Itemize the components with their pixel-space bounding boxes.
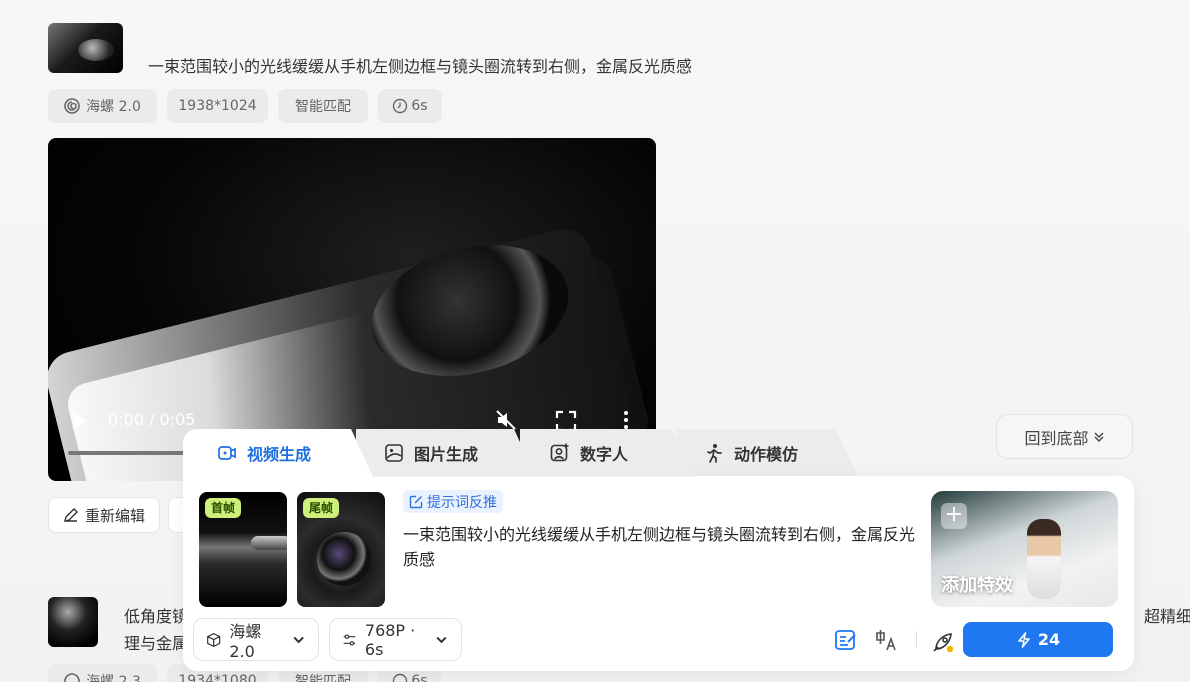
model-tag-label: 海螺 2.0 [86, 99, 141, 115]
toolbar-divider [916, 631, 917, 647]
chevron-down-icon [293, 636, 304, 643]
hailuo-logo-icon [64, 673, 80, 682]
edit-square-icon [409, 495, 423, 508]
tab-label: 视频生成 [247, 445, 312, 464]
first-frame-label: 首帧 [205, 498, 242, 518]
ratio-tag-label: 智能匹配 [295, 99, 351, 115]
plus-icon: + [941, 503, 967, 529]
image-icon [384, 443, 404, 463]
more-options-icon[interactable] [615, 409, 637, 431]
model-tag: 海螺 2.0 [48, 89, 157, 123]
tab-motion-mimic[interactable]: 动作模仿 [676, 429, 858, 477]
generate-cost: 24 [1037, 630, 1061, 649]
running-person-icon [704, 443, 724, 463]
video-camera-icon [217, 443, 237, 463]
generation-thumbnail[interactable] [48, 597, 98, 647]
generation-prompt-line2: 理与金属 [124, 634, 189, 653]
clock-icon [393, 673, 408, 682]
last-frame-label: 尾帧 [303, 498, 340, 518]
rocket-icon[interactable] [931, 630, 955, 654]
back-to-bottom-button[interactable]: 回到底部 [996, 414, 1133, 459]
pencil-icon [64, 508, 78, 522]
re-edit-button[interactable]: 重新编辑 [48, 497, 161, 533]
tab-image-generation[interactable]: 图片生成 [356, 429, 536, 477]
model-select-value: 海螺 2.0 [229, 622, 262, 661]
avatar-plus-icon [550, 443, 570, 463]
generation-prompt-tail: ，超精细 [1128, 607, 1190, 626]
generation-prompt: 一束范围较小的光线缓缓从手机左侧边框与镜头圈流转到右侧，金属反光质感 [148, 57, 693, 76]
effect-preview-figure [1027, 519, 1061, 599]
resolution-tag-label: 1934*1080 [178, 673, 257, 682]
duration-tag: 6s [378, 89, 442, 123]
ratio-tag-label: 智能匹配 [295, 674, 351, 682]
resolution-tag-label: 1938*1024 [178, 98, 257, 114]
first-frame-image[interactable]: 首帧 [199, 492, 287, 607]
video-time: 0:00 / 0:05 [108, 410, 196, 429]
mute-icon[interactable] [495, 409, 517, 431]
prompt-textarea[interactable]: 一束范围较小的光线缓缓从手机左侧边框与镜头圈流转到右侧，金属反光质感 [403, 522, 918, 572]
model-tag: 海螺 2.3 [48, 664, 157, 682]
generation-thumbnail[interactable] [48, 23, 123, 73]
tab-video-generation[interactable]: 视频生成 [183, 429, 373, 477]
fullscreen-icon[interactable] [555, 410, 577, 432]
prompt-enhance-icon[interactable] [834, 628, 858, 652]
cube-icon [207, 632, 221, 647]
generate-button[interactable]: 24 [963, 622, 1113, 657]
hailuo-logo-icon [64, 98, 80, 114]
video-progress-bar[interactable] [68, 451, 188, 455]
lightning-icon [1018, 631, 1030, 648]
back-to-bottom-label: 回到底部 [1024, 428, 1089, 448]
chevron-down-icon [436, 636, 447, 643]
tab-label: 动作模仿 [734, 445, 799, 464]
ratio-tag: 智能匹配 [278, 89, 368, 123]
generation-prompt: 低角度镜 [124, 607, 189, 626]
tab-label: 图片生成 [414, 445, 479, 464]
re-edit-label: 重新编辑 [85, 506, 146, 525]
reverse-prompt-label: 提示词反推 [427, 494, 497, 511]
translate-icon[interactable] [874, 628, 898, 652]
play-icon[interactable] [72, 412, 88, 430]
duration-tag-label: 6s [411, 98, 428, 114]
sliders-icon [343, 633, 356, 646]
tab-label: 数字人 [580, 445, 629, 464]
quality-duration-select[interactable]: 768P · 6s [329, 618, 462, 661]
model-tag-label: 海螺 2.3 [86, 674, 141, 682]
reverse-prompt-button[interactable]: 提示词反推 [403, 490, 503, 513]
quality-select-value: 768P · 6s [364, 620, 416, 659]
tab-digital-human[interactable]: 数字人 [520, 429, 694, 477]
add-effect-label: 添加特效 [941, 575, 1013, 596]
duration-tag-label: 6s [411, 673, 428, 682]
last-frame-image[interactable]: 尾帧 [297, 492, 385, 607]
resolution-tag: 1938*1024 [167, 89, 268, 123]
clock-icon [393, 98, 408, 114]
model-select[interactable]: 海螺 2.0 [193, 618, 319, 661]
add-effect-card[interactable]: + 添加特效 [931, 491, 1118, 607]
double-chevron-down-icon [1094, 432, 1103, 442]
